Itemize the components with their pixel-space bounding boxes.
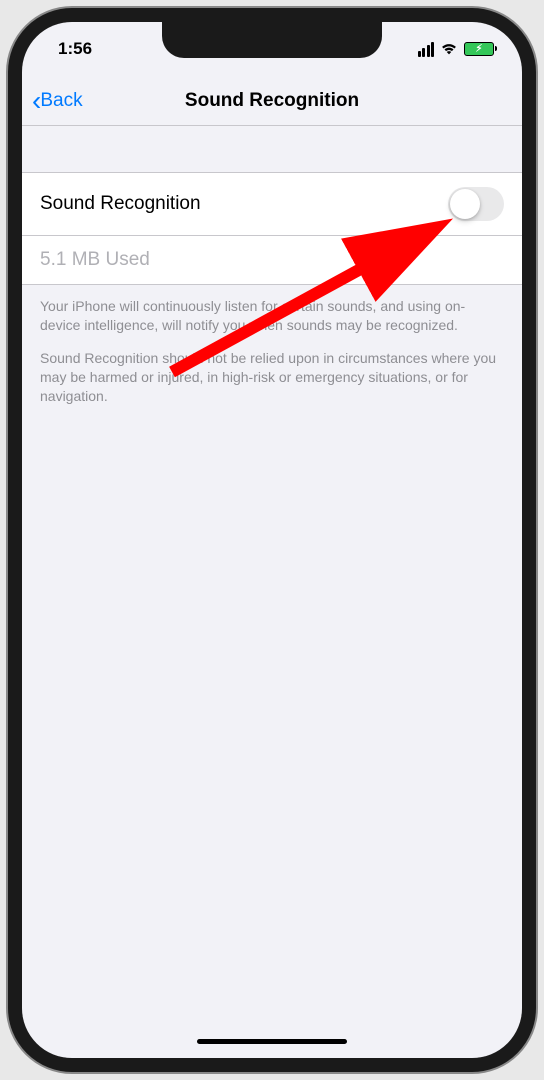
screen: 1:56 ⚡︎ ‹ Back Sound Recognition [22, 22, 522, 1058]
nav-bar: ‹ Back Sound Recognition [22, 76, 522, 126]
storage-used: 5.1 MB Used [22, 236, 522, 284]
page-title: Sound Recognition [32, 90, 512, 112]
wifi-icon [440, 42, 458, 56]
toggle-label: Sound Recognition [40, 193, 201, 215]
back-label: Back [40, 90, 82, 112]
content: Sound Recognition 5.1 MB Used Your iPhon… [22, 126, 522, 405]
sound-recognition-toggle[interactable] [448, 187, 504, 221]
charging-icon: ⚡︎ [475, 44, 482, 55]
note-paragraph-2: Sound Recognition should not be relied u… [40, 349, 504, 406]
footer-note: Your iPhone will continuously listen for… [22, 285, 522, 405]
cellular-icon [418, 42, 435, 57]
battery-icon: ⚡︎ [464, 42, 494, 56]
sound-recognition-row[interactable]: Sound Recognition [22, 173, 522, 236]
note-paragraph-1: Your iPhone will continuously listen for… [40, 297, 504, 335]
home-indicator[interactable] [197, 1039, 347, 1044]
toggle-knob [450, 189, 480, 219]
notch [162, 22, 382, 58]
settings-group: Sound Recognition 5.1 MB Used [22, 172, 522, 285]
phone-frame: 1:56 ⚡︎ ‹ Back Sound Recognition [8, 8, 536, 1072]
back-button[interactable]: ‹ Back [32, 87, 83, 115]
